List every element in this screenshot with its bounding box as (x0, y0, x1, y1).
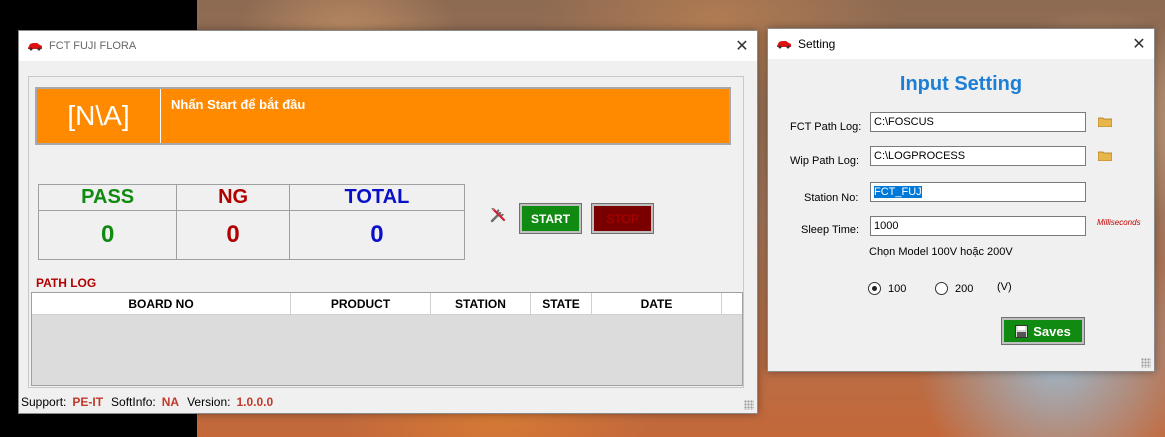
resize-grip[interactable] (744, 400, 754, 410)
status-banner: [N\A] Nhấn Start để bắt đầu (35, 87, 731, 145)
path-log-label: PATH LOG (36, 276, 97, 290)
saves-button[interactable]: Saves (1001, 317, 1085, 345)
main-window-title: FCT FUJI FLORA (49, 40, 137, 52)
total-counter: TOTAL 0 (289, 185, 464, 259)
setting-window-title: Setting (798, 37, 836, 51)
radio-100v[interactable]: 100 (868, 282, 906, 295)
car-logo-icon (777, 41, 791, 49)
counter-table: PASS 0 NG 0 TOTAL 0 (38, 184, 465, 260)
status-message: Nhấn Start để bắt đầu (171, 97, 306, 112)
radio-200v[interactable]: 200 (935, 282, 973, 295)
start-button[interactable]: START (519, 203, 582, 234)
column-header-product[interactable]: PRODUCT (291, 293, 431, 314)
status-strip: Support: PE-IT SoftInfo: NA Version: 1.0… (19, 391, 757, 413)
radio-200v-indicator[interactable] (935, 282, 948, 295)
softinfo-key: SoftInfo: (111, 395, 156, 409)
sleep-time-label: Sleep Time: (801, 224, 860, 236)
stop-button[interactable]: STOP (591, 203, 654, 234)
ng-value: 0 (226, 221, 240, 248)
log-table-header: BOARD NO PRODUCT STATION STATE DATE (32, 293, 742, 315)
fct-path-input[interactable]: C:\FOSCUS (870, 112, 1086, 132)
total-value: 0 (370, 221, 384, 248)
close-icon[interactable]: ✕ (727, 31, 757, 61)
status-code: [N\A] (37, 89, 161, 143)
support-value: PE-IT (72, 395, 104, 409)
column-header-board-no[interactable]: BOARD NO (32, 293, 291, 314)
softinfo-value: NA (161, 395, 180, 409)
pass-value: 0 (100, 221, 115, 248)
total-label: TOTAL (289, 185, 464, 211)
station-input[interactable]: FCT_FUJ (870, 182, 1086, 202)
sleep-time-input[interactable]: 1000 (870, 216, 1086, 236)
version-key: Version: (187, 395, 231, 409)
setting-heading: Input Setting (899, 73, 1023, 95)
pass-label: PASS (39, 185, 177, 211)
model-note: Chọn Model 100V hoặc 200V (869, 246, 1013, 258)
column-header-state[interactable]: STATE (531, 293, 592, 314)
voltage-unit-label: (V) (997, 281, 1012, 293)
car-logo-icon (28, 43, 42, 51)
main-titlebar[interactable]: FCT FUJI FLORA ✕ (19, 31, 757, 61)
radio-100v-label: 100 (888, 282, 907, 295)
fct-path-label: FCT Path Log: (790, 121, 862, 133)
pass-counter: PASS 0 (39, 185, 178, 259)
saves-label: Saves (1033, 323, 1071, 339)
folder-icon[interactable] (1098, 116, 1112, 127)
radio-100v-indicator[interactable] (868, 282, 881, 295)
log-table[interactable]: BOARD NO PRODUCT STATION STATE DATE (31, 292, 743, 386)
sleep-unit-note: Milliseconds (1097, 218, 1141, 227)
station-label: Station No: (804, 192, 859, 204)
main-window: FCT FUJI FLORA ✕ [N\A] Nhấn Start để bắt… (18, 30, 758, 414)
floppy-disk-icon (1015, 324, 1029, 338)
wip-path-label: Wip Path Log: (790, 155, 860, 167)
tools-icon[interactable] (489, 206, 507, 224)
folder-icon[interactable] (1098, 150, 1112, 161)
column-header-date[interactable]: DATE (592, 293, 722, 314)
radio-200v-label: 200 (955, 282, 974, 295)
close-icon[interactable]: ✕ (1124, 29, 1154, 59)
support-key: Support: (21, 395, 67, 409)
ng-counter: NG 0 (177, 185, 290, 259)
station-selected-text: FCT_FUJ (874, 186, 922, 198)
ng-label: NG (177, 185, 289, 211)
setting-titlebar[interactable]: Setting ✕ (768, 29, 1154, 59)
resize-grip[interactable] (1141, 358, 1151, 368)
column-header-station[interactable]: STATION (431, 293, 531, 314)
wip-path-input[interactable]: C:\LOGPROCESS (870, 146, 1086, 166)
version-value: 1.0.0.0 (236, 395, 274, 409)
setting-window: Setting ✕ Input Setting FCT Path Log: C:… (767, 28, 1155, 372)
